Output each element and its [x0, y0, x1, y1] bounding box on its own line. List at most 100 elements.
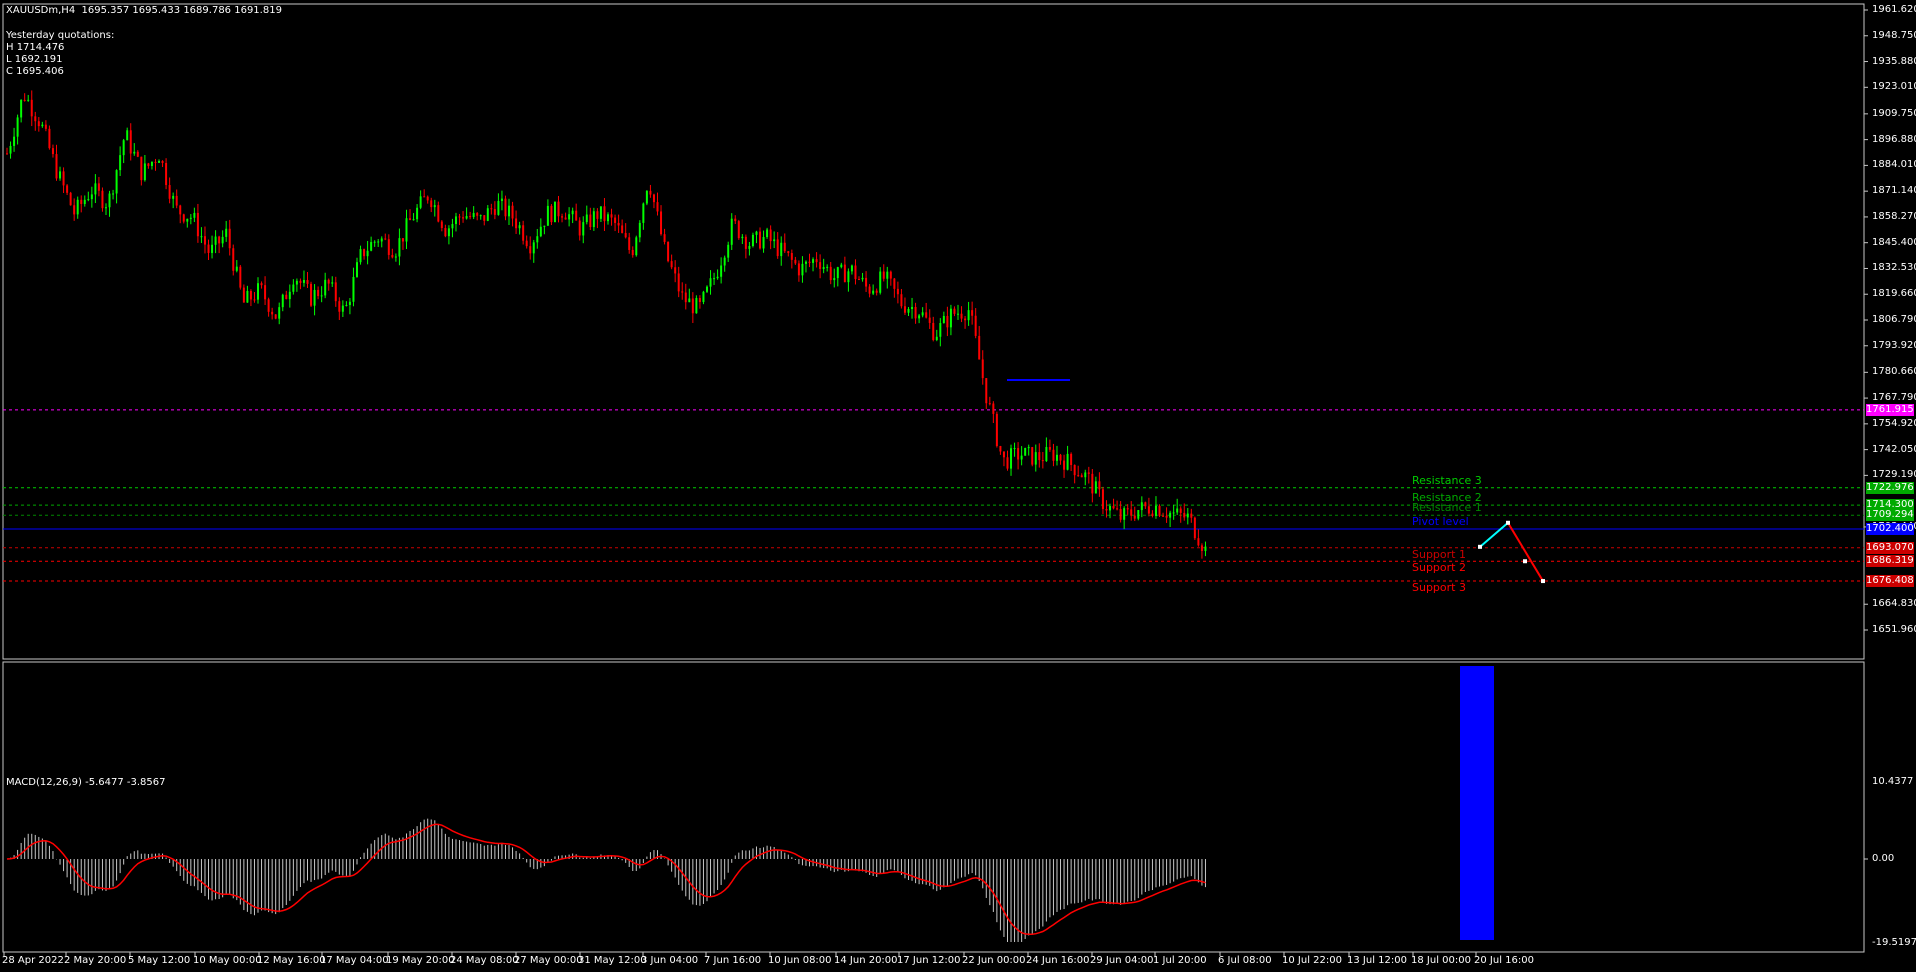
candle-body — [670, 261, 673, 268]
candle-body — [451, 224, 454, 229]
candle-body — [1147, 506, 1150, 514]
level-price-tag: 1686.319 — [1866, 555, 1914, 568]
candle-body — [716, 276, 719, 279]
candle-body — [1048, 447, 1051, 450]
candle-body — [730, 218, 733, 245]
candle-body — [193, 212, 196, 218]
candle-body — [829, 266, 832, 281]
candle-body — [147, 163, 150, 166]
candle-body — [631, 249, 634, 256]
time-axis-label: 12 May 16:00 — [257, 955, 326, 966]
time-axis-label: 17 May 04:00 — [320, 955, 389, 966]
candle-body — [398, 238, 401, 257]
candle-body — [412, 219, 415, 221]
macd-scale-top: 10.4377 — [1872, 776, 1914, 787]
candle-body — [840, 264, 843, 268]
time-axis-label: 18 Jul 00:00 — [1411, 955, 1471, 966]
candle-body — [642, 203, 645, 223]
candle-body — [826, 266, 829, 268]
candle-body — [550, 205, 553, 223]
candle-body — [221, 236, 224, 244]
candle-body — [964, 318, 967, 321]
candle-body — [780, 242, 783, 257]
candle-body — [589, 214, 592, 228]
candle-body — [720, 265, 723, 277]
candle-body — [235, 266, 238, 271]
candle-body — [1091, 473, 1094, 494]
candle-body — [638, 222, 641, 238]
time-axis-label: 28 Apr 2022 — [2, 955, 64, 966]
candle-body — [532, 242, 535, 254]
candle-body — [815, 259, 818, 263]
candle-body — [603, 206, 606, 222]
candle-body — [175, 195, 178, 206]
candle-body — [797, 263, 800, 276]
candle-body — [1070, 453, 1073, 466]
level-price-tag: 1761.915 — [1866, 403, 1914, 416]
price-chart[interactable] — [0, 0, 1916, 972]
candle-body — [1073, 465, 1076, 476]
candle-body — [681, 291, 684, 293]
candle-body — [136, 151, 139, 157]
candle-body — [165, 162, 168, 186]
candle-body — [1176, 508, 1179, 513]
time-axis-label: 27 May 00:00 — [514, 955, 583, 966]
candle-body — [1059, 454, 1062, 461]
candle-body — [985, 378, 988, 404]
candle-body — [97, 183, 100, 191]
projection-point — [1506, 520, 1510, 525]
candle-body — [1052, 449, 1055, 461]
candle-body — [493, 209, 496, 215]
candle-body — [112, 193, 115, 195]
candle-body — [66, 185, 69, 193]
candle-body — [1017, 448, 1020, 460]
candle-body — [847, 271, 850, 283]
candle-body — [812, 259, 815, 263]
candle-body — [1140, 502, 1143, 511]
candle-body — [660, 211, 663, 235]
candle-body — [1165, 515, 1168, 518]
candle-body — [843, 264, 846, 283]
candle-body — [674, 267, 677, 274]
yesterday-low: L 1692.191 — [6, 54, 63, 65]
candle-body — [161, 161, 164, 163]
candle-body — [51, 148, 54, 155]
candle-body — [1193, 517, 1196, 539]
candle-body — [568, 214, 571, 220]
candle-body — [278, 307, 281, 319]
candle-body — [705, 286, 708, 292]
candle-body — [819, 262, 822, 269]
candle-body — [246, 290, 249, 303]
candle-body — [384, 238, 387, 240]
candle-body — [1116, 508, 1119, 510]
candle-body — [126, 130, 129, 141]
candle-body — [988, 403, 991, 405]
candle-body — [1038, 452, 1041, 461]
candle-body — [900, 294, 903, 307]
candle-body — [104, 207, 107, 209]
candle-body — [1027, 447, 1030, 449]
candle-body — [946, 315, 949, 328]
projection-point — [1541, 579, 1545, 584]
candle-body — [1031, 447, 1034, 465]
candle-body — [1119, 509, 1122, 520]
candle-body — [257, 283, 260, 300]
candle-body — [861, 277, 864, 280]
candle-body — [981, 359, 984, 379]
time-axis-label: 24 Jun 16:00 — [1026, 955, 1090, 966]
candle-body — [401, 238, 404, 242]
time-axis-label: 13 Jul 12:00 — [1347, 955, 1407, 966]
time-axis-label: 2 May 20:00 — [64, 955, 127, 966]
candle-body — [1013, 448, 1016, 450]
candle-body — [1080, 475, 1083, 478]
candle-body — [607, 214, 609, 222]
macd-frame — [2, 661, 1865, 953]
candle-body — [203, 236, 206, 245]
candle-body — [822, 267, 825, 269]
candle-body — [345, 304, 348, 306]
candle-body — [546, 205, 549, 226]
candle-body — [974, 315, 977, 336]
candle-body — [34, 116, 37, 122]
candle-body — [9, 145, 12, 154]
candle-body — [119, 155, 122, 171]
